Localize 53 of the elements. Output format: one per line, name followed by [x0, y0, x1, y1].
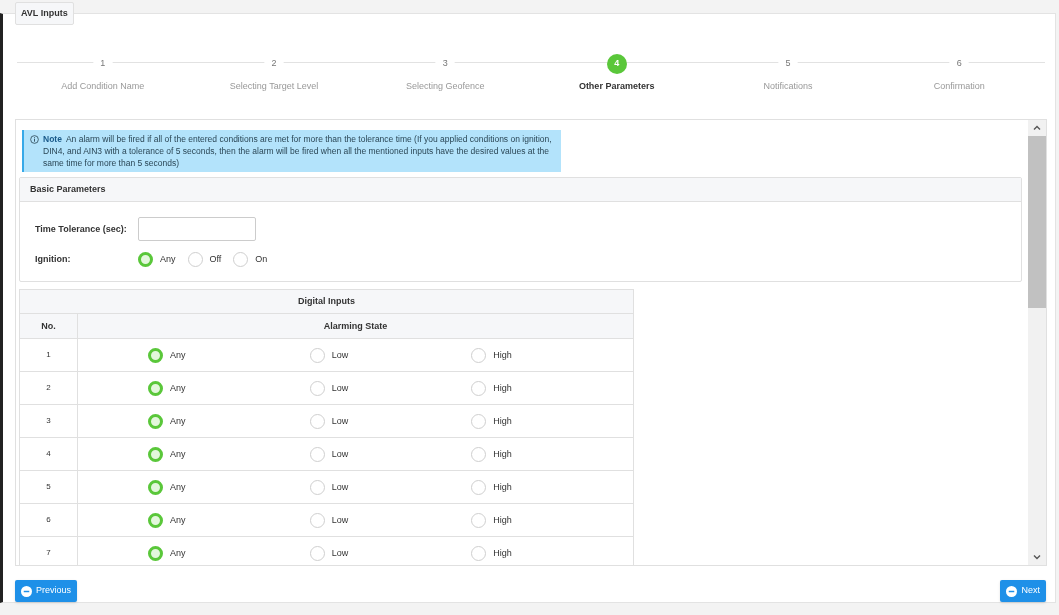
radio-label: Low [331, 546, 349, 560]
table-cell: 6 [46, 514, 51, 527]
table-cell: 2 [46, 382, 51, 395]
radio-label: High [493, 381, 512, 395]
scrollbar[interactable] [1028, 120, 1046, 565]
radio-label: High [493, 480, 512, 494]
table-cell: 3 [46, 415, 51, 428]
table-cell: 7 [46, 547, 51, 560]
step-label: Confirmation [933, 80, 985, 93]
info-icon [30, 135, 39, 144]
radio-label: Any [160, 253, 176, 267]
radio-label: On [255, 253, 268, 267]
radio-label: High [493, 546, 512, 560]
step-label: Selecting Geofence [406, 80, 485, 93]
radio-label: Low [331, 348, 349, 362]
radio-label: High [493, 447, 512, 461]
radio-label: High [493, 414, 512, 428]
minus-circle-icon [21, 585, 32, 597]
legend-title: AVL Inputs [21, 6, 68, 20]
radio-label: Any [170, 480, 186, 494]
step-label: Add Condition Name [61, 80, 145, 93]
radio-label: Any [170, 348, 186, 362]
table-title: Digital Inputs [298, 295, 355, 309]
scrollbar-thumb[interactable] [1028, 136, 1046, 309]
field-label: Ignition: [35, 253, 72, 267]
radio-label: High [493, 348, 512, 362]
radio-label: Any [170, 546, 186, 560]
radio-label: High [493, 513, 512, 527]
radio-label: Any [170, 414, 186, 428]
step-label: Selecting Target Level [229, 80, 319, 93]
radio-label: Any [170, 513, 186, 527]
table-cell: 4 [46, 448, 51, 461]
radio-label: Off [209, 253, 222, 267]
previous-button[interactable]: Previous [15, 580, 77, 602]
field-label: Time Tolerance (sec): [35, 222, 128, 236]
table-cell: 1 [46, 349, 51, 362]
column-header: Alarming State [323, 319, 388, 333]
step-label: Notifications [763, 80, 813, 93]
minus-circle-icon [1006, 585, 1018, 597]
step-label: Other Parameters [578, 80, 655, 93]
next-button[interactable]: Next [1000, 580, 1046, 602]
radio-label: Low [331, 381, 349, 395]
radio-label: Any [170, 447, 186, 461]
table-cell: 5 [46, 481, 51, 494]
section-title: Basic Parameters [30, 183, 106, 197]
note-text: Note An alarm will be fired if all of the entered conditions are met for more than the tolerance time (If you applied conditions on ignition, DIN4, and AIN3 with a tolerance of 5 seconds, then the alarm will be fired when all the mentioned inputs have the desired values at the same time for more than 5 seconds) [43, 133, 553, 170]
column-header: No. [41, 319, 56, 333]
radio-label: Low [331, 513, 349, 527]
radio-label: Low [331, 414, 349, 428]
input-field[interactable] [138, 217, 256, 242]
radio-label: Low [331, 480, 349, 494]
radio-label: Any [170, 381, 186, 395]
radio-label: Low [331, 447, 349, 461]
